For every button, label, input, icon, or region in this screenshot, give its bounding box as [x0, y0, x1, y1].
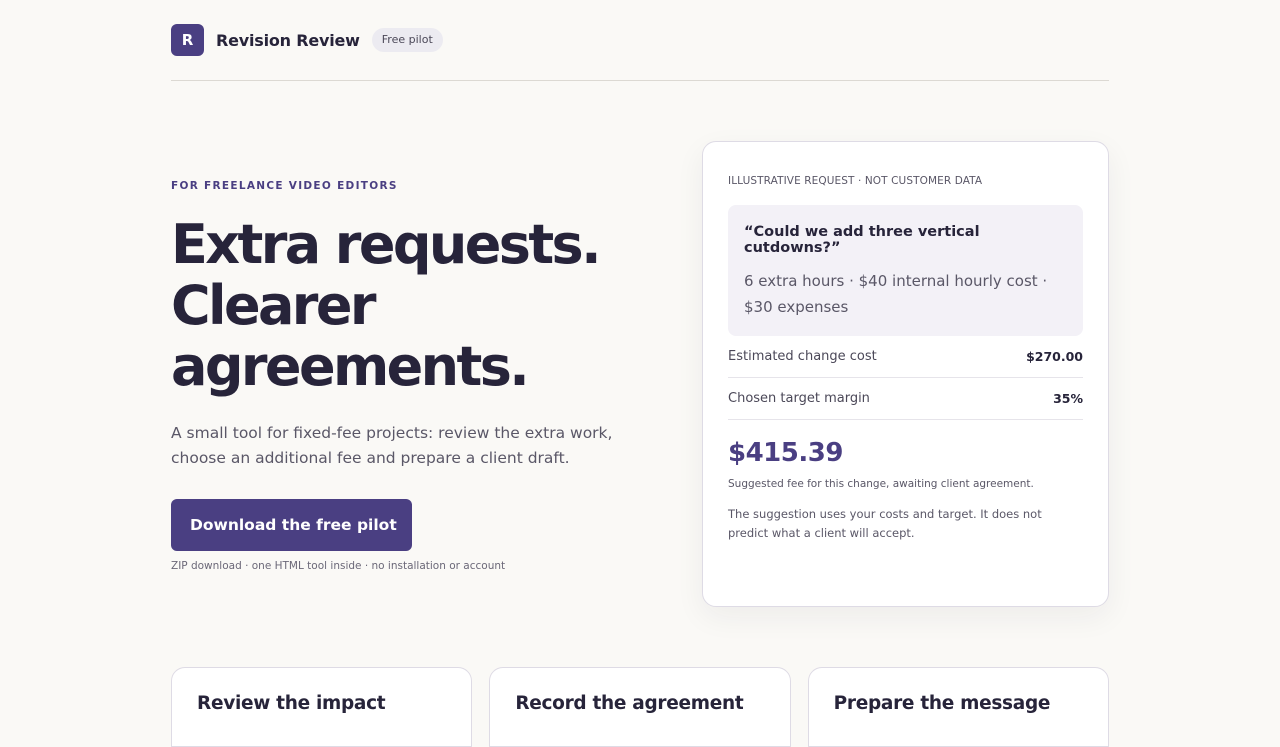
download-pilot-button[interactable]: Download the free pilot	[171, 499, 412, 551]
headline-line-2: Clearer	[171, 274, 376, 337]
suggested-fee: $415.39	[728, 438, 843, 468]
page-container: R Revision Review Free pilot FOR FREELAN…	[171, 0, 1109, 747]
hero-headline: Extra requests. Clearer agreements.	[171, 214, 671, 397]
feature-card-prepare: Prepare the message	[807, 667, 1109, 747]
fee-disclaimer: The suggestion uses your costs and targe…	[728, 507, 1042, 540]
margin-row: Chosen target margin 35%	[728, 378, 1083, 420]
site-header: R Revision Review Free pilot	[171, 0, 1109, 81]
feature-card-review: Review the impact	[171, 667, 473, 747]
feature-cards: Review the impact Record the agreement P…	[171, 667, 1109, 747]
card-label: ILLUSTRATIVE REQUEST · NOT CUSTOMER DATA	[728, 175, 983, 187]
feature-card-record: Record the agreement	[489, 667, 791, 747]
cost-value: $270.00	[1026, 349, 1083, 364]
feature-title: Record the agreement	[515, 693, 744, 714]
headline-line-3: agreements.	[171, 335, 530, 398]
example-request-card: ILLUSTRATIVE REQUEST · NOT CUSTOMER DATA…	[702, 141, 1109, 607]
feature-title: Prepare the message	[833, 693, 1051, 714]
margin-label: Chosen target margin	[728, 391, 870, 406]
brand-logo[interactable]: R	[171, 23, 204, 56]
margin-value: 35%	[1053, 391, 1083, 406]
request-detail: 6 extra hours · $40 internal hourly cost…	[744, 272, 1048, 316]
download-note: ZIP download · one HTML tool inside · no…	[171, 560, 506, 572]
cost-row: Estimated change cost $270.00	[728, 336, 1083, 378]
free-pilot-badge: Free pilot	[371, 28, 443, 52]
headline-line-1: Extra requests.	[171, 213, 602, 276]
request-box: “Could we add three vertical cutdowns?” …	[728, 205, 1083, 336]
request-quote: “Could we add three vertical cutdowns?”	[744, 224, 980, 256]
cost-label: Estimated change cost	[728, 349, 877, 364]
fee-caption: Suggested fee for this change, awaiting …	[728, 478, 1034, 490]
hero-eyebrow: FOR FREELANCE VIDEO EDITORS	[171, 180, 398, 192]
feature-title: Review the impact	[197, 693, 386, 714]
brand-name[interactable]: Revision Review	[216, 31, 360, 50]
hero-subtitle: A small tool for fixed-fee projects: rev…	[171, 424, 613, 467]
